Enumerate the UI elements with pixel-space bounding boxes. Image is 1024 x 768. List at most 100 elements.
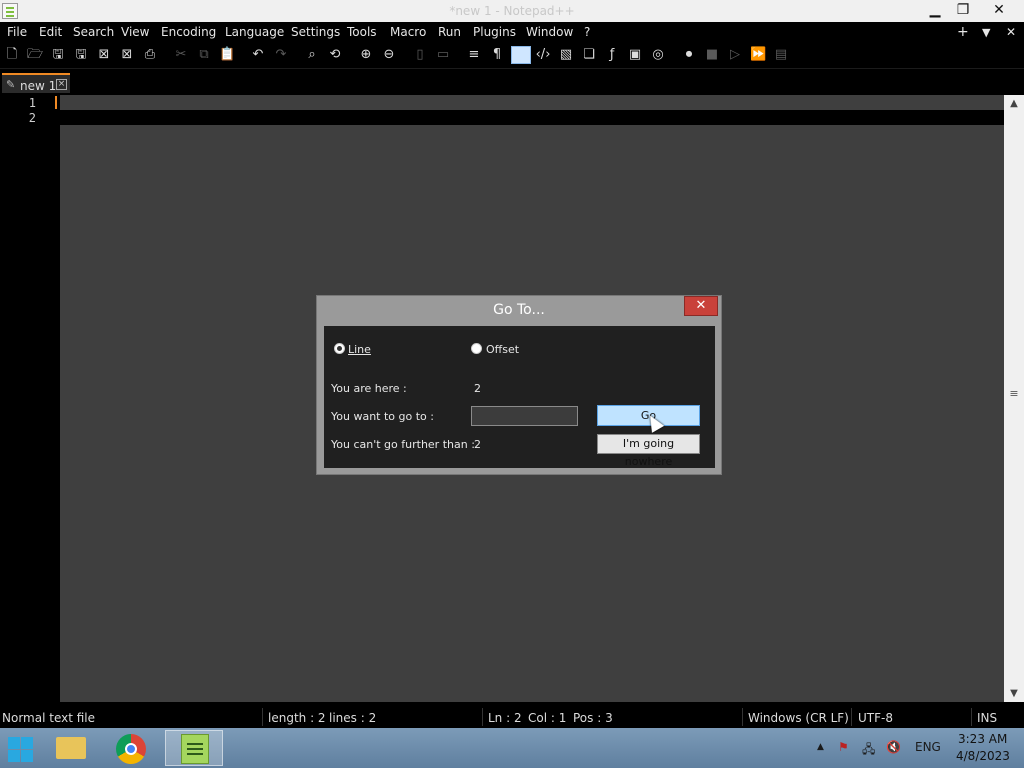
save-all-icon[interactable]: 🖫 bbox=[73, 47, 89, 63]
close-all-icon[interactable]: ⊠ bbox=[119, 47, 135, 63]
windows-logo-icon bbox=[8, 737, 20, 749]
copy-icon[interactable]: ⧉ bbox=[196, 47, 212, 63]
goto-dialog: Go To... ✕ Line Offset You are here : 2 … bbox=[316, 295, 722, 475]
cant-go-further-label: You can't go further than : bbox=[331, 438, 475, 451]
save-macro-icon[interactable]: ▤ bbox=[773, 47, 789, 63]
replace-icon[interactable]: ⟲ bbox=[327, 47, 343, 63]
editor-line[interactable] bbox=[60, 95, 1004, 110]
tab-label: new 1 bbox=[20, 79, 57, 93]
restore-button[interactable]: ❐ bbox=[946, 0, 980, 20]
run-macro-multiple-icon[interactable]: ⏩ bbox=[750, 47, 766, 63]
tab-close-icon[interactable]: × bbox=[56, 79, 67, 90]
menu-plugins[interactable]: Plugins bbox=[473, 25, 516, 39]
menu-encoding[interactable]: Encoding bbox=[161, 25, 216, 39]
zoom-in-icon[interactable]: ⊕ bbox=[358, 47, 374, 63]
close-window-button[interactable]: ✕ bbox=[980, 0, 1018, 20]
status-separator bbox=[262, 708, 263, 726]
window-title: *new 1 - Notepad++ bbox=[449, 4, 575, 18]
goto-line-input[interactable] bbox=[471, 406, 578, 426]
new-file-icon[interactable]: 🗋 bbox=[4, 47, 20, 63]
menu-edit[interactable]: Edit bbox=[39, 25, 62, 39]
windows-logo-icon bbox=[21, 750, 33, 762]
indent-guide-icon[interactable] bbox=[511, 46, 531, 64]
taskbar-notepad-plus-plus[interactable] bbox=[165, 730, 223, 766]
line-radio-label[interactable]: Line bbox=[348, 343, 371, 356]
action-center-flag-icon[interactable]: ⚑ bbox=[838, 740, 849, 754]
word-wrap-icon[interactable]: ≡ bbox=[466, 47, 482, 63]
menu-view[interactable]: View bbox=[121, 25, 149, 39]
status-encoding: UTF-8 bbox=[858, 711, 893, 725]
offset-radio[interactable] bbox=[471, 343, 482, 354]
dialog-close-button[interactable]: ✕ bbox=[684, 296, 718, 316]
scroll-up-arrow-icon[interactable]: ▲ bbox=[1004, 95, 1024, 112]
folder-as-workspace-icon[interactable]: ▣ bbox=[627, 47, 643, 63]
toolbar: 🗋 🗁 🖫 🖫 ⊠ ⊠ ⎙ ✂ ⧉ 📋 ↶ ↷ ⌕ ⟲ ⊕ ⊖ ▯ ▭ ≡ ¶ … bbox=[0, 43, 1024, 68]
volume-muted-icon[interactable]: 🔇 bbox=[886, 740, 901, 754]
menu-file[interactable]: File bbox=[7, 25, 27, 39]
find-icon[interactable]: ⌕ bbox=[304, 47, 320, 63]
record-macro-icon[interactable]: ⏺ bbox=[681, 47, 697, 63]
offset-radio-label[interactable]: Offset bbox=[486, 343, 519, 356]
pencil-icon: ✎ bbox=[6, 78, 16, 91]
menu-settings[interactable]: Settings bbox=[291, 25, 340, 39]
tab-new-1[interactable]: ✎ new 1 × bbox=[2, 73, 70, 93]
status-separator bbox=[851, 708, 852, 726]
close-tab-icon[interactable]: ✕ bbox=[1006, 25, 1016, 39]
open-file-icon[interactable]: 🗁 bbox=[27, 47, 43, 63]
menu-bar: File Edit Search View Encoding Language … bbox=[0, 22, 1024, 43]
save-icon[interactable]: 🖫 bbox=[50, 47, 66, 63]
show-all-chars-icon[interactable]: ¶ bbox=[489, 47, 505, 63]
cut-icon[interactable]: ✂ bbox=[173, 47, 189, 63]
menu-tools[interactable]: Tools bbox=[347, 25, 377, 39]
clock-time[interactable]: 3:23 AM bbox=[958, 732, 1007, 746]
tray-show-hidden-icon[interactable]: ▲ bbox=[817, 742, 824, 752]
line-radio[interactable] bbox=[334, 343, 345, 354]
undo-icon[interactable]: ↶ bbox=[250, 47, 266, 63]
monitoring-icon[interactable]: ◎ bbox=[650, 47, 666, 63]
function-list-icon[interactable]: ƒ bbox=[604, 47, 620, 63]
scroll-thumb-grip-icon[interactable]: ≡ bbox=[1009, 387, 1019, 400]
menu-window[interactable]: Window bbox=[526, 25, 573, 39]
title-bar: *new 1 - Notepad++ ▁ ❐ ✕ bbox=[0, 0, 1024, 22]
paste-icon[interactable]: 📋 bbox=[219, 47, 235, 63]
status-separator bbox=[482, 708, 483, 726]
print-icon[interactable]: ⎙ bbox=[142, 47, 158, 63]
taskbar-file-explorer[interactable] bbox=[42, 730, 100, 766]
going-nowhere-button[interactable]: I'm going nowhere bbox=[597, 434, 700, 468]
vertical-scrollbar[interactable]: ▲ ≡ ▼ bbox=[1004, 95, 1024, 702]
document-map-icon[interactable]: ▧ bbox=[558, 47, 574, 63]
status-line: Ln : 2 bbox=[488, 711, 522, 725]
sync-horizontal-icon[interactable]: ▭ bbox=[435, 47, 451, 63]
xml-tag-icon[interactable]: ‹/› bbox=[535, 47, 551, 63]
menu-run[interactable]: Run bbox=[438, 25, 461, 39]
start-button[interactable] bbox=[6, 734, 34, 762]
folder-icon bbox=[56, 737, 86, 759]
status-lines: lines : 2 bbox=[329, 711, 377, 725]
play-macro-icon[interactable]: ▷ bbox=[727, 47, 743, 63]
document-list-icon[interactable]: ❏ bbox=[581, 47, 597, 63]
new-tab-plus-icon[interactable]: + bbox=[957, 24, 969, 40]
clock-date[interactable]: 4/8/2023 bbox=[956, 749, 1010, 763]
taskbar-chrome[interactable] bbox=[102, 730, 160, 766]
stop-record-icon[interactable]: ■ bbox=[704, 47, 720, 63]
notepad-plus-plus-icon bbox=[181, 734, 209, 764]
cant-go-further-value: 2 bbox=[474, 438, 481, 451]
menu-help[interactable]: ? bbox=[584, 25, 590, 39]
menu-macro[interactable]: Macro bbox=[390, 25, 426, 39]
line-number: 1 bbox=[28, 96, 36, 110]
menu-language[interactable]: Language bbox=[225, 25, 284, 39]
status-length: length : 2 bbox=[268, 711, 326, 725]
tab-list-dropdown-icon[interactable]: ▼ bbox=[982, 26, 990, 39]
sync-vertical-icon[interactable]: ▯ bbox=[412, 47, 428, 63]
zoom-out-icon[interactable]: ⊖ bbox=[381, 47, 397, 63]
network-icon[interactable]: 🖧 bbox=[862, 740, 875, 761]
close-icon[interactable]: ⊠ bbox=[96, 47, 112, 63]
status-file-type: Normal text file bbox=[2, 711, 96, 725]
current-line-highlight[interactable] bbox=[60, 110, 1004, 125]
menu-search[interactable]: Search bbox=[73, 25, 114, 39]
redo-icon[interactable]: ↷ bbox=[273, 47, 289, 63]
status-column: Col : 1 bbox=[528, 711, 567, 725]
status-insert-mode: INS bbox=[977, 711, 998, 725]
input-language[interactable]: ENG bbox=[915, 740, 941, 754]
scroll-down-arrow-icon[interactable]: ▼ bbox=[1004, 685, 1024, 702]
